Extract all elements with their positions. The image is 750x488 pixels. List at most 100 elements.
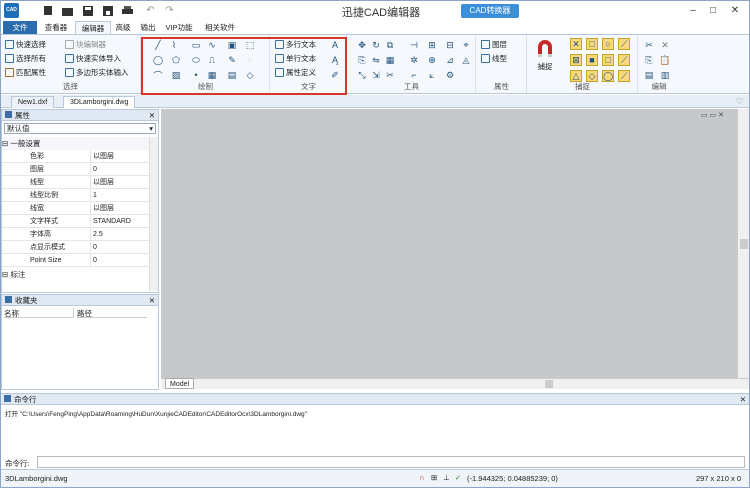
open-folder-icon[interactable] [61, 4, 74, 17]
property-row[interactable]: 字体高 2.5 [2, 228, 149, 241]
layer-button[interactable]: 图层 [481, 39, 507, 50]
explode-icon[interactable]: ✲ [408, 54, 420, 66]
chamfer-icon[interactable]: ⟀ [426, 69, 438, 81]
ortho-toggle-icon[interactable]: ⊥ [443, 473, 450, 482]
match-properties-button[interactable]: 匹配属性 [5, 67, 46, 78]
align-icon[interactable]: ⊣ [408, 39, 420, 51]
quick-entity-import-button[interactable]: 快速实体导入 [65, 53, 121, 64]
snap-quadrant-icon[interactable]: ⊠ [570, 54, 582, 66]
doc-tab-new1[interactable]: New1.dxf [11, 96, 55, 108]
delete-icon[interactable]: ✕ [659, 39, 671, 51]
snap-intersection-icon[interactable]: ■ [586, 54, 598, 66]
snap-endpoint-icon[interactable]: ✕ [570, 38, 582, 50]
property-value[interactable]: 以图层 [90, 150, 114, 163]
snap-extension-icon[interactable]: □ [602, 54, 614, 66]
property-row[interactable]: 文字样式 STANDARD [2, 215, 149, 228]
viewport-controls[interactable]: ▭ ▭ ✕ [701, 111, 724, 119]
maximize-icon[interactable]: □ [705, 4, 721, 18]
snap-parallel-icon[interactable]: ⟋ [618, 54, 630, 66]
save-icon[interactable] [81, 4, 94, 17]
tab-related[interactable]: 相关软件 [201, 21, 239, 34]
section-general[interactable]: ⊟ 一般设置 [2, 137, 149, 150]
scale-icon[interactable]: ⤡ [356, 69, 368, 81]
property-row[interactable]: Point Size 0 [2, 254, 149, 267]
stretch-icon[interactable]: ⇲ [370, 69, 382, 81]
property-row[interactable]: 线型 以图层 [2, 176, 149, 189]
select-all-button[interactable]: 选择所有 [5, 53, 46, 64]
paste-block-icon[interactable]: ▥ [659, 69, 671, 81]
join-icon[interactable]: ⊕ [426, 54, 438, 66]
favorites-close-icon[interactable]: ✕ [149, 295, 155, 306]
column-name[interactable]: 名称 [4, 308, 74, 318]
ungroup-icon[interactable]: ⊟ [444, 39, 456, 51]
snap-midpoint-icon[interactable]: □ [586, 38, 598, 50]
area-icon[interactable]: ⊿ [444, 54, 456, 66]
redo-icon[interactable]: ↷ [163, 4, 176, 17]
snap-node-icon[interactable]: ⟋ [618, 38, 630, 50]
mirror-icon[interactable]: ⇋ [370, 54, 382, 66]
horizontal-scrollbar[interactable]: Model [161, 378, 749, 389]
properties-scrollbar[interactable] [149, 137, 158, 291]
tab-file[interactable]: 文件 [3, 21, 37, 34]
minimize-icon[interactable]: – [685, 4, 701, 18]
doc-tab-lamborgini[interactable]: 3DLamborgini.dwg [63, 96, 136, 108]
tab-advanced[interactable]: 高级 [112, 21, 134, 34]
property-value[interactable]: 以图层 [90, 202, 114, 215]
close-icon[interactable]: ✕ [727, 4, 743, 18]
paste-icon[interactable]: 📋 [659, 54, 671, 66]
model-tab[interactable]: Model [165, 378, 195, 389]
copy-icon[interactable]: ⎘ [356, 54, 368, 66]
command-close-icon[interactable]: ✕ [740, 394, 746, 405]
undo-icon[interactable]: ↶ [144, 4, 157, 17]
shape-icon[interactable]: ◬ [460, 54, 472, 66]
clipboard-icon[interactable]: ▤ [643, 69, 655, 81]
drawing-canvas[interactable] [161, 109, 737, 378]
hscroll-thumb[interactable] [545, 380, 553, 388]
copy-clipboard-icon[interactable]: ⎘ [643, 54, 655, 66]
property-value[interactable]: 0 [90, 254, 97, 267]
tab-viewer[interactable]: 查看器 [39, 21, 73, 34]
panel-close-icon[interactable]: ✕ [149, 110, 155, 121]
move-icon[interactable]: ✥ [356, 39, 368, 51]
section-dimension[interactable]: ⊟ 标注 [2, 268, 149, 281]
group-icon[interactable]: ⊞ [426, 39, 438, 51]
property-value[interactable]: 0 [90, 241, 97, 254]
tab-editor[interactable]: 编辑器 [75, 21, 111, 34]
property-row[interactable]: 线型比例 1 [2, 189, 149, 202]
property-row[interactable]: 点显示模式 0 [2, 241, 149, 254]
print-icon[interactable] [121, 4, 134, 17]
tab-menu-icon[interactable]: ♡ [736, 97, 743, 106]
snap-toggle-icon[interactable]: ∩ [419, 473, 424, 482]
rotate-icon[interactable]: ↻ [370, 39, 382, 51]
snap-button[interactable]: 捕捉 [532, 39, 558, 77]
property-value[interactable]: 2.5 [90, 228, 103, 241]
new-file-icon[interactable] [41, 4, 54, 17]
snap-center-icon[interactable]: ○ [602, 38, 614, 50]
property-preset-select[interactable]: 默认值 ▾ [4, 123, 156, 134]
property-value[interactable]: 以图层 [90, 176, 114, 189]
array-icon[interactable]: ▦ [384, 54, 396, 66]
cad-converter-button[interactable]: CAD转换器 [461, 4, 519, 18]
lineweight-toggle-icon[interactable]: ✓ [455, 473, 461, 482]
scroll-thumb[interactable] [740, 239, 748, 249]
property-row[interactable]: 色彩 以图层 [2, 150, 149, 163]
polygon-entity-input-button[interactable]: 多边形实体输入 [65, 67, 129, 78]
tab-vip[interactable]: VIP功能 [161, 21, 197, 34]
property-value[interactable]: 1 [90, 189, 97, 202]
property-value[interactable]: STANDARD [90, 215, 131, 228]
trim-icon[interactable]: ✂ [384, 69, 396, 81]
gear-icon[interactable]: ⚙ [444, 69, 456, 81]
save-as-icon[interactable] [101, 4, 114, 17]
vertical-scrollbar[interactable] [737, 109, 749, 378]
quick-select-button[interactable]: 快速选择 [5, 39, 46, 50]
block-editor-button[interactable]: 块编辑器 [65, 39, 106, 50]
property-value[interactable]: 0 [90, 163, 97, 176]
property-row[interactable]: 线宽 以图层 [2, 202, 149, 215]
dist-icon[interactable]: ⌖ [460, 39, 472, 51]
grid-toggle-icon[interactable]: ⊞ [431, 473, 437, 482]
column-path[interactable]: 路径 [77, 308, 147, 318]
fillet-icon[interactable]: ⌐ [408, 69, 420, 81]
property-row[interactable]: 图层 0 [2, 163, 149, 176]
offset-icon[interactable]: ⧉ [384, 39, 396, 51]
command-input[interactable] [37, 456, 745, 468]
